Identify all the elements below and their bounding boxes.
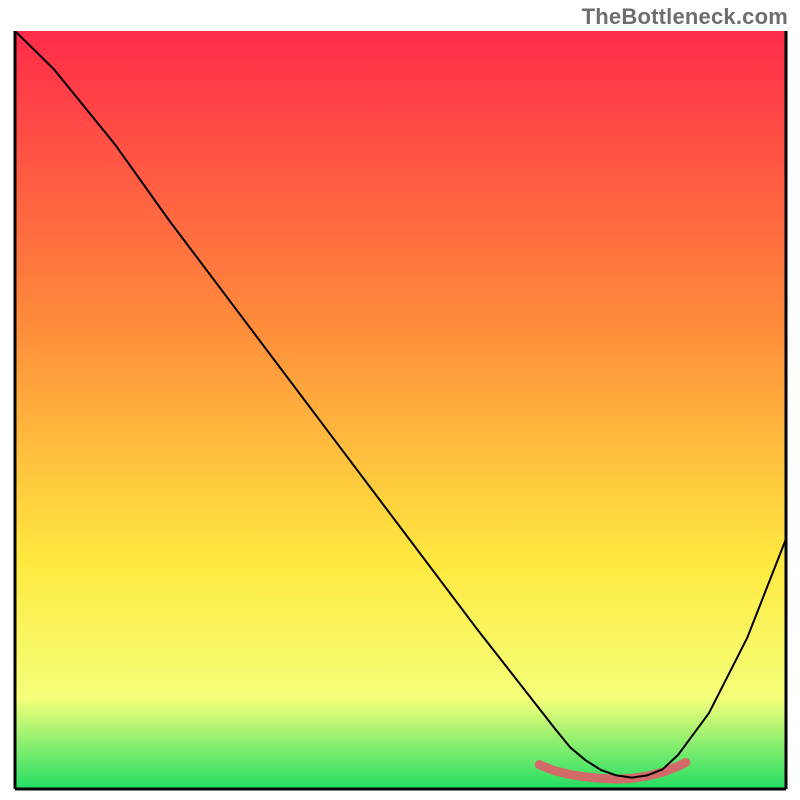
watermark-label: TheBottleneck.com [582,4,788,30]
plot-background [15,31,786,789]
bottleneck-chart [13,31,788,791]
chart-container: TheBottleneck.com [0,0,800,800]
